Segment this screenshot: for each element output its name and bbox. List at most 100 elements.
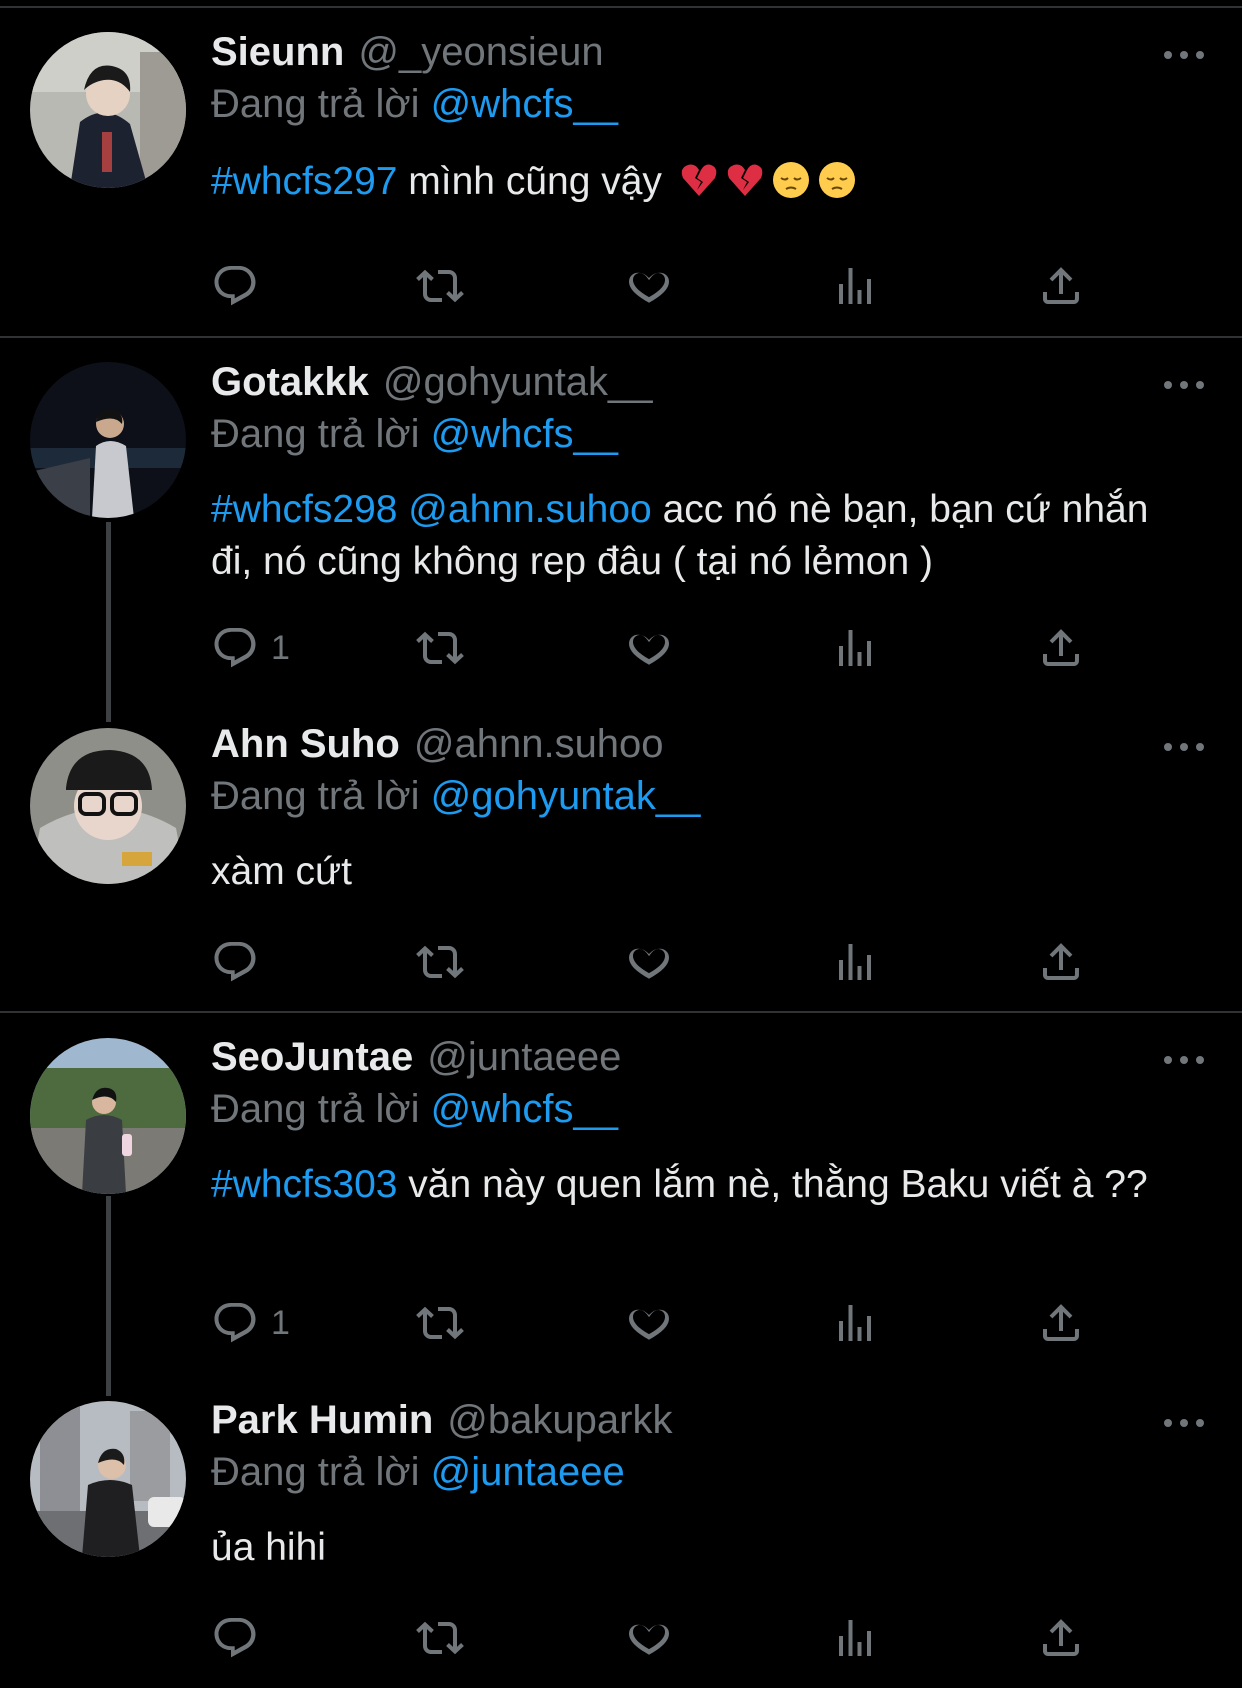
like-icon xyxy=(625,938,673,986)
tweet-body: xàm cứt xyxy=(211,850,352,893)
like-icon xyxy=(625,624,673,672)
tweet-text: #whcfs298 @ahnn.suhoo acc nó nè bạn, bạn… xyxy=(211,484,1191,588)
thread-connector xyxy=(106,522,111,722)
share-button[interactable] xyxy=(1037,1297,1085,1349)
tweet-body: ủa hihi xyxy=(211,1526,326,1569)
retweet-button[interactable] xyxy=(416,260,464,312)
retweet-button[interactable] xyxy=(416,1612,464,1664)
retweet-button[interactable] xyxy=(416,622,464,674)
divider xyxy=(0,336,1242,338)
reply-context: Đang trả lời @whcfs__ xyxy=(211,1087,618,1132)
like-button[interactable] xyxy=(625,260,673,312)
share-button[interactable] xyxy=(1037,622,1085,674)
share-button[interactable] xyxy=(1037,1612,1085,1664)
avatar[interactable] xyxy=(30,728,186,884)
retweet-icon xyxy=(416,262,464,310)
more-icon[interactable] xyxy=(1164,1416,1204,1430)
avatar[interactable] xyxy=(30,1038,186,1194)
reply-button[interactable]: 1 xyxy=(211,622,290,674)
share-icon xyxy=(1037,938,1085,986)
hashtag-link[interactable]: #whcfs297 xyxy=(211,160,397,203)
reply-icon xyxy=(211,624,259,672)
reply-to-mention[interactable]: @whcfs__ xyxy=(431,1087,618,1131)
username[interactable]: @juntaeee xyxy=(427,1035,621,1080)
reply-to-mention[interactable]: @whcfs__ xyxy=(431,412,618,456)
reply-to-mention[interactable]: @whcfs__ xyxy=(431,82,618,126)
retweet-icon xyxy=(416,624,464,672)
reply-button[interactable]: 1 xyxy=(211,1297,290,1349)
reply-button[interactable] xyxy=(211,936,271,988)
hashtag-link[interactable]: #whcfs303 xyxy=(211,1163,397,1206)
share-icon xyxy=(1037,624,1085,672)
avatar[interactable] xyxy=(30,362,186,518)
avatar[interactable] xyxy=(30,1401,186,1557)
more-icon[interactable] xyxy=(1164,48,1204,62)
share-icon xyxy=(1037,1299,1085,1347)
display-name[interactable]: SeoJuntae xyxy=(211,1035,413,1080)
top-divider xyxy=(0,6,1242,8)
tweet-header: SeoJuntae @juntaeee xyxy=(211,1035,621,1085)
tweet-actions xyxy=(211,936,1111,988)
tweet-header: Park Humin @bakuparkk xyxy=(211,1398,672,1448)
more-icon[interactable] xyxy=(1164,1053,1204,1067)
analytics-icon xyxy=(831,1614,879,1662)
share-button[interactable] xyxy=(1037,936,1085,988)
reply-prefix: Đang trả lời xyxy=(211,774,420,818)
analytics-button[interactable] xyxy=(831,1612,879,1664)
analytics-button[interactable] xyxy=(831,936,879,988)
analytics-icon xyxy=(831,938,879,986)
tweet-actions: 1 xyxy=(211,1297,1111,1349)
reply-prefix: Đang trả lời xyxy=(211,82,420,126)
reply-to-mention[interactable]: @gohyuntak__ xyxy=(431,774,701,818)
reply-icon xyxy=(211,1299,259,1347)
analytics-icon xyxy=(831,624,879,672)
display-name[interactable]: Gotakkk xyxy=(211,360,369,405)
analytics-button[interactable] xyxy=(831,1297,879,1349)
like-button[interactable] xyxy=(625,622,673,674)
like-icon xyxy=(625,1299,673,1347)
reply-button[interactable] xyxy=(211,1612,271,1664)
tweet-header: Gotakkk @gohyuntak__ xyxy=(211,360,653,410)
reply-button[interactable] xyxy=(211,260,271,312)
divider xyxy=(0,1011,1242,1013)
reply-icon xyxy=(211,262,259,310)
tweet-text: xàm cứt xyxy=(211,846,1201,898)
retweet-icon xyxy=(416,1299,464,1347)
reply-context: Đang trả lời @whcfs__ xyxy=(211,82,618,127)
pensive-face-icon xyxy=(817,160,857,214)
retweet-button[interactable] xyxy=(416,936,464,988)
username[interactable]: @ahnn.suhoo xyxy=(414,722,664,767)
username[interactable]: @bakuparkk xyxy=(447,1398,672,1443)
like-button[interactable] xyxy=(625,936,673,988)
share-icon xyxy=(1037,262,1085,310)
avatar[interactable] xyxy=(30,32,186,188)
retweet-button[interactable] xyxy=(416,1297,464,1349)
analytics-button[interactable] xyxy=(831,622,879,674)
tweet-header: Sieunn @_yeonsieun xyxy=(211,30,604,80)
username[interactable]: @gohyuntak__ xyxy=(383,360,653,405)
retweet-icon xyxy=(416,1614,464,1662)
hashtag-link[interactable]: #whcfs298 xyxy=(211,488,397,531)
reply-to-mention[interactable]: @juntaeee xyxy=(431,1450,625,1494)
reply-prefix: Đang trả lời xyxy=(211,412,420,456)
reply-icon xyxy=(211,938,259,986)
tweet-text: #whcfs297 mình cũng vậy xyxy=(211,156,1201,214)
display-name[interactable]: Sieunn xyxy=(211,30,344,75)
more-icon[interactable] xyxy=(1164,378,1204,392)
analytics-icon xyxy=(831,1299,879,1347)
like-button[interactable] xyxy=(625,1612,673,1664)
share-button[interactable] xyxy=(1037,260,1085,312)
analytics-button[interactable] xyxy=(831,260,879,312)
more-icon[interactable] xyxy=(1164,740,1204,754)
username[interactable]: @_yeonsieun xyxy=(358,30,603,75)
tweet-actions xyxy=(211,260,1111,312)
reply-context: Đang trả lời @gohyuntak__ xyxy=(211,774,700,819)
mention-link[interactable]: @ahnn.suhoo xyxy=(408,488,651,531)
reply-icon xyxy=(211,1614,259,1662)
reply-count: 1 xyxy=(271,628,290,667)
tweet-text: #whcfs303 văn này quen lắm nè, thằng Bak… xyxy=(211,1159,1201,1211)
display-name[interactable]: Park Humin xyxy=(211,1398,433,1443)
tweet-body: mình cũng vậy xyxy=(397,160,662,203)
like-button[interactable] xyxy=(625,1297,673,1349)
display-name[interactable]: Ahn Suho xyxy=(211,722,400,767)
